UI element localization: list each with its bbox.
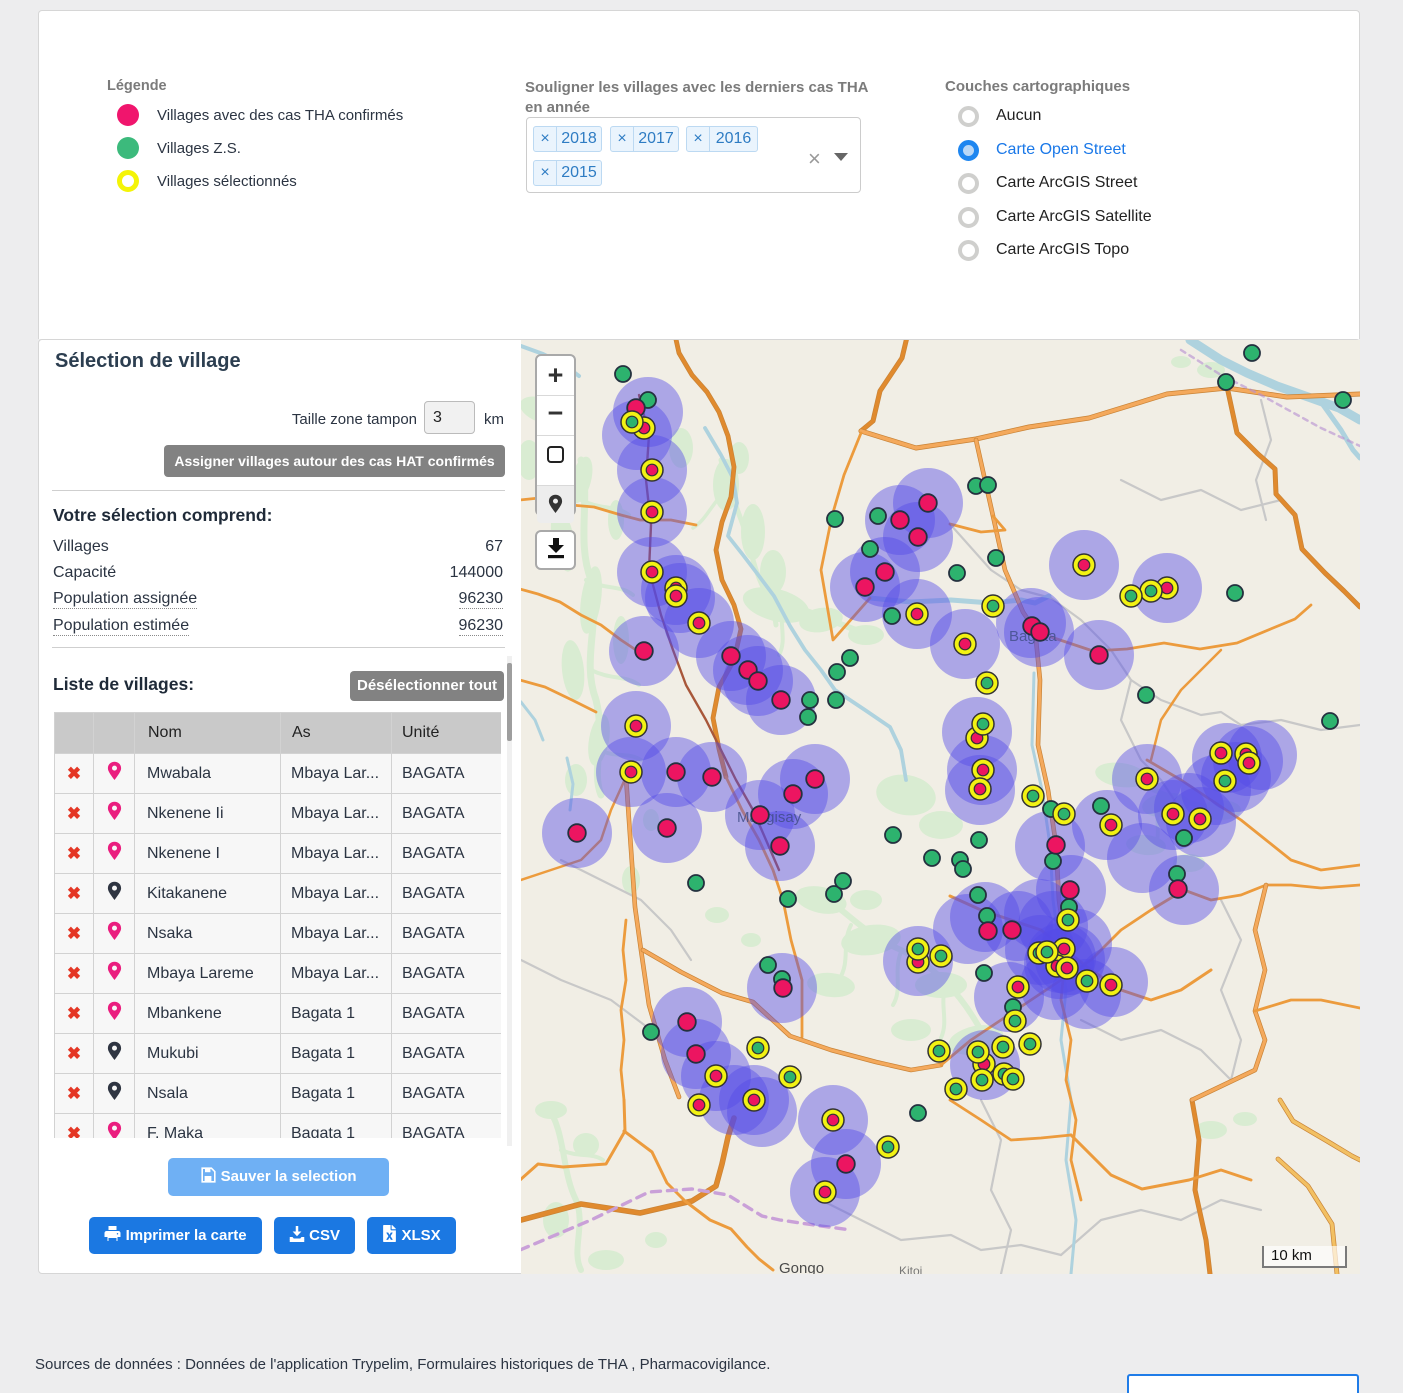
svg-text:Kitoi: Kitoi: [899, 1264, 922, 1274]
svg-text:Gongo: Gongo: [779, 1260, 824, 1274]
